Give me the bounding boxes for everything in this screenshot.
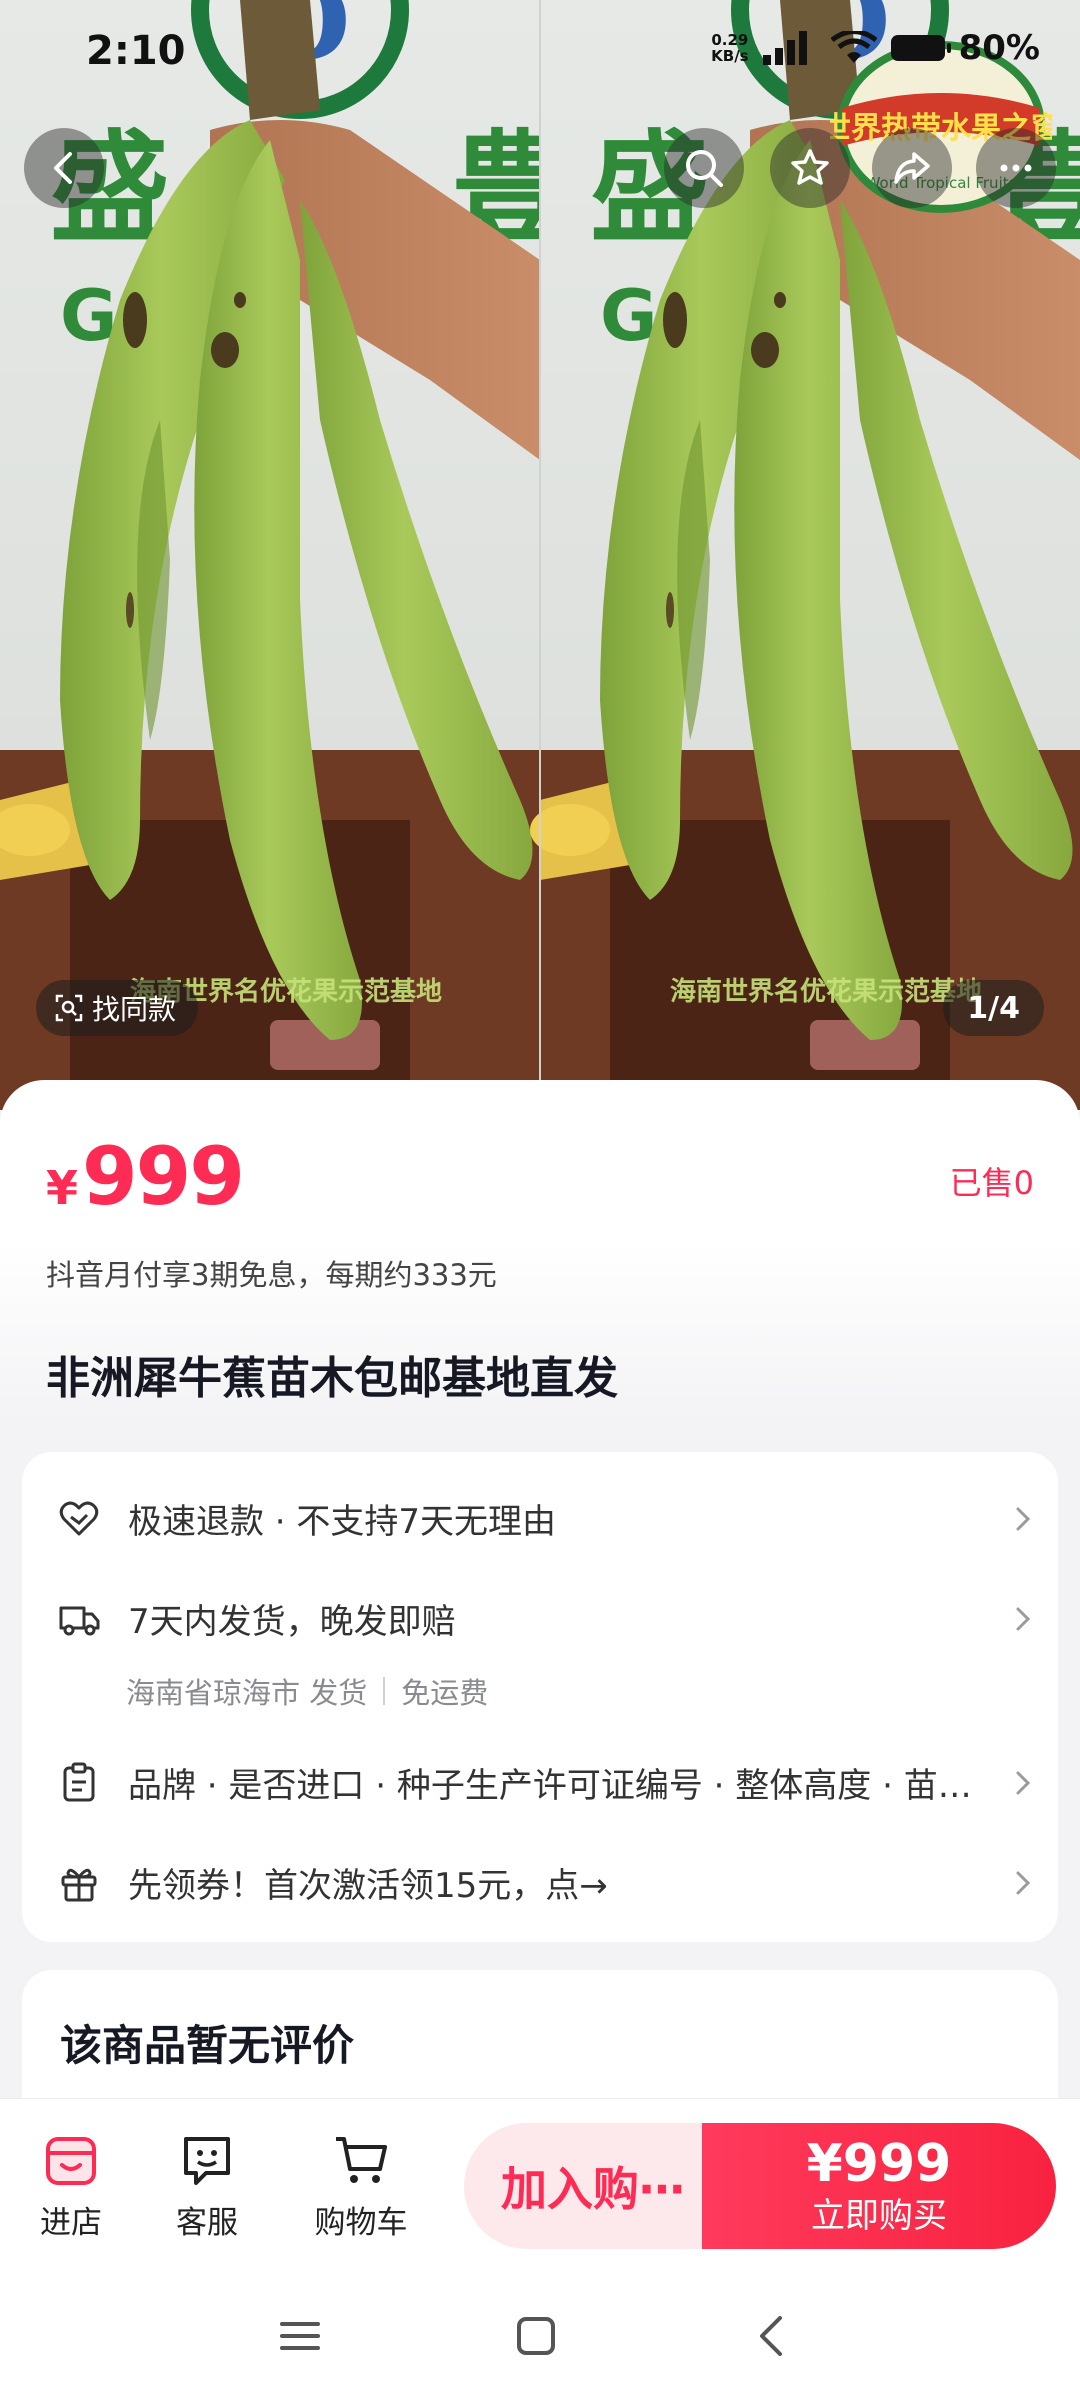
search-icon [686, 150, 723, 187]
status-indicators: 0.29 KB/s 80% [711, 28, 1040, 68]
buy-now-label: 立即购买 [811, 2196, 947, 2236]
system-navigation-bar [0, 2268, 1080, 2400]
star-icon [791, 149, 829, 185]
service-card: 极速退款 · 不支持7天无理由 7天内发货，晚发即赔 海南省琼海市 发货 免运费… [22, 1452, 1058, 1942]
network-speed-unit: KB/s [711, 47, 749, 65]
search-button[interactable] [664, 128, 744, 208]
chevron-right-icon [1016, 1507, 1031, 1530]
product-title: 非洲犀牛蕉苗木包邮基地直发 [46, 1353, 618, 1404]
scan-search-icon [55, 994, 83, 1022]
more-button[interactable] [976, 128, 1056, 208]
network-speed-value: 0.29 [711, 31, 749, 49]
network-speed: 0.29 KB/s [711, 32, 748, 64]
battery-level: 80% [958, 28, 1040, 68]
back-button[interactable] [24, 128, 104, 208]
price: ¥ 999 [46, 1130, 245, 1223]
chevron-left-icon [54, 152, 72, 184]
status-bar: 2:10 0.29 KB/s 80% [0, 0, 1080, 100]
chevron-right-icon [1016, 1871, 1031, 1894]
specs-text: 品牌 · 是否进口 · 种子生产许可证编号 · 整体高度 · 苗木规格 [128, 1766, 994, 1806]
add-to-cart-button[interactable]: 加入购⋯ [464, 2123, 722, 2249]
refund-policy-row[interactable]: 极速退款 · 不支持7天无理由 [58, 1494, 1038, 1543]
price-value: 999 [82, 1130, 245, 1223]
delivery-truck-icon [59, 1606, 100, 1635]
find-same-label: 找同款 [92, 993, 177, 1026]
find-same-button[interactable]: 找同款 [36, 980, 199, 1036]
service-label: 客服 [176, 2205, 238, 2241]
clipboard-icon [63, 1762, 95, 1801]
shipping-fee: 免运费 [401, 1676, 489, 1710]
buy-now-price: ¥999 [806, 2134, 952, 2194]
recent-apps-button[interactable] [270, 2306, 330, 2366]
favorite-button[interactable] [770, 128, 850, 208]
specs-row[interactable]: 品牌 · 是否进口 · 种子生产许可证编号 · 整体高度 · 苗木规格 [58, 1758, 1038, 1807]
gift-icon [61, 1868, 97, 1901]
refund-heart-icon [59, 1501, 99, 1535]
shop-button[interactable]: 进店 [6, 2131, 136, 2242]
product-image-gallery[interactable]: D 盛 豊 G [0, 0, 1080, 1110]
system-back-button[interactable] [742, 2306, 802, 2366]
chevron-right-icon [1016, 1607, 1031, 1630]
sold-count: 已售0 [949, 1164, 1034, 1202]
delivery-text: 7天内发货，晚发即赔 [128, 1602, 456, 1642]
share-button[interactable] [872, 128, 952, 208]
share-icon [894, 152, 930, 184]
more-dots-icon [1000, 164, 1032, 172]
cart-button[interactable]: 购物车 [296, 2131, 426, 2242]
coupon-row[interactable]: 先领券！首次激活领15元，点→ [58, 1858, 1038, 1907]
battery-icon [890, 35, 951, 61]
cart-label: 购物车 [314, 2205, 408, 2241]
reviews-title: 该商品暂无评价 [60, 2021, 355, 2070]
product-info-panel: ¥ 999 已售0 抖音月付享3期免息，每期约333元 非洲犀牛蕉苗木包邮基地直… [0, 1080, 1080, 2130]
buy-now-button[interactable]: ¥999 立即购买 [702, 2123, 1056, 2249]
divider [383, 1677, 386, 1705]
refund-policy-text: 极速退款 · 不支持7天无理由 [128, 1502, 557, 1542]
shipping-origin: 海南省琼海市 发货 [126, 1676, 368, 1710]
chevron-right-icon [1016, 1771, 1031, 1794]
home-button[interactable] [506, 2306, 566, 2366]
installment-info[interactable]: 抖音月付享3期免息，每期约333元 [46, 1252, 497, 1294]
delivery-row[interactable]: 7天内发货，晚发即赔 [58, 1594, 1038, 1643]
shopping-cart-icon [336, 2137, 387, 2183]
status-time: 2:10 [86, 28, 186, 74]
bottom-action-bar: 进店 客服 购物车 加入购⋯ ¥999 立即购买 [0, 2098, 1080, 2268]
store-icon [46, 2137, 96, 2185]
price-currency: ¥ [46, 1161, 79, 1215]
image-page-indicator: 1/4 [943, 980, 1044, 1036]
cellular-signal-icon [762, 31, 807, 65]
coupon-text: 先领券！首次激活领15元，点→ [128, 1866, 608, 1906]
wifi-icon [830, 31, 877, 63]
shipping-info: 海南省琼海市 发货 免运费 [126, 1670, 488, 1712]
customer-service-button[interactable]: 客服 [142, 2131, 272, 2242]
chat-icon [184, 2137, 230, 2185]
shop-label: 进店 [40, 2205, 102, 2241]
